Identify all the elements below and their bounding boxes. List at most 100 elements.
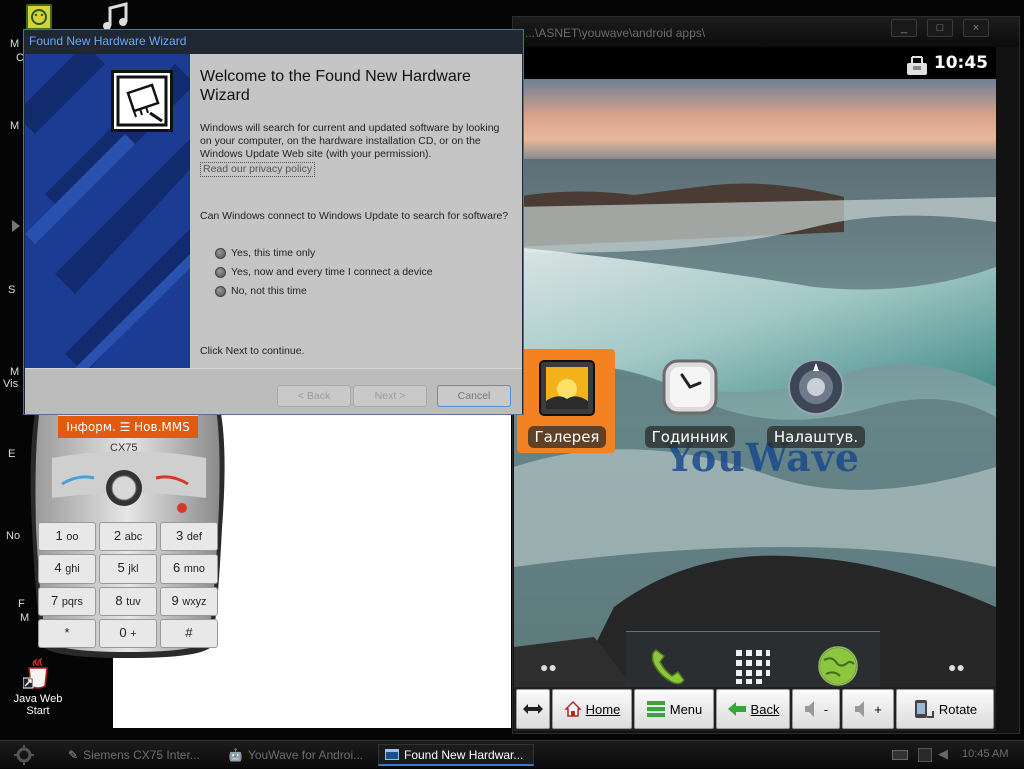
double-arrow-icon [523,704,543,714]
desktop-icon-top[interactable] [26,4,52,30]
tray-volume-icon[interactable]: ◀ [938,746,948,762]
key-5[interactable]: 5 jkl [99,554,157,584]
phone-icon[interactable] [646,644,690,687]
siemens-phone: Інформ. ☰ Нов.MMS CX75 1 oo 2 abc 3 def … [22,408,234,660]
key-9[interactable]: 9 wxyz [160,586,218,616]
minimize-button[interactable]: _ [891,19,917,37]
option-no-not-this-time[interactable]: No, not this time [215,285,307,297]
youwave-titlebar[interactable]: ...\ASNET\youwave\android apps\ _ □ × [513,17,1019,47]
home-label: Home [585,701,621,717]
menu-button[interactable]: Menu [634,689,714,729]
key-star[interactable]: * [38,618,96,648]
key-letters: wxyz [182,595,207,608]
maximize-button[interactable]: □ [927,19,953,37]
option-yes-every-time[interactable]: Yes, now and every time I connect a devi… [215,266,433,278]
back-button[interactable]: < Back [277,385,351,407]
start-gear-icon [14,745,34,765]
key-1[interactable]: 1 oo [38,522,96,552]
wizard-footer: < Back Next > Cancel [25,368,522,414]
page-indicator-left[interactable]: ●● [540,659,557,675]
option-label: Yes, this time only [231,247,316,259]
key-7[interactable]: 7 pqrs [38,586,96,616]
fullscreen-toggle-button[interactable] [516,689,550,729]
wizard-question: Can Windows connect to Windows Update to… [200,210,509,222]
key-digit: 0 [119,624,127,640]
rotate-device-icon [914,700,934,718]
desktop-edge-label: Vis [3,378,19,390]
app-gallery[interactable]: Галерея [517,349,617,453]
app-grid-icon[interactable] [732,646,772,686]
key-6[interactable]: 6 mno [160,554,218,584]
key-letters: def [186,531,202,543]
desktop-icon-label: Java Web Start [13,693,63,717]
key-letters: ghi [65,563,80,576]
usb-debug-icon [907,56,927,75]
key-digit: * [64,624,70,640]
rotate-button[interactable]: Rotate [896,689,994,729]
desktop-edge-label: No [6,530,21,542]
youwave-toolbar: Home Menu Back - + Rotate [514,687,996,731]
speaker-icon [804,701,814,717]
page-indicator-right[interactable]: ●● [948,659,965,675]
key-0[interactable]: 0 + [99,618,157,648]
volume-up-label: + [874,701,882,717]
android-icon: 🤖 [228,748,243,762]
pen-icon: ✎ [68,748,79,762]
app-label-gallery: Галерея [527,426,607,448]
app-settings[interactable]: Налаштув. [766,349,866,448]
task-hardware-wizard[interactable]: Found New Hardwar... [378,744,534,766]
phone-keypad: 1 oo 2 abc 3 def 4 ghi 5 jkl 6 mno 7 pqr… [38,522,218,648]
task-siemens-emulator[interactable]: ✎ Siemens CX75 Inter... [62,744,214,766]
wizard-intro-text: Windows will search for current and upda… [200,122,500,160]
browser-globe-icon[interactable] [816,644,860,687]
wizard-content: Welcome to the Found New Hardware Wizard… [190,54,522,368]
app-clock[interactable]: Годинник [640,349,740,448]
next-button[interactable]: Next > [353,385,427,407]
option-yes-this-time[interactable]: Yes, this time only [215,247,315,259]
radio-button[interactable] [215,285,226,297]
gallery-icon [539,360,595,416]
speaker-icon [855,701,865,717]
menu-icon [646,701,665,717]
dock [626,631,880,687]
key-8[interactable]: 8 tuv [99,586,157,616]
desktop-icon-java-web-start[interactable]: Java Web Start [8,656,68,717]
key-4[interactable]: 4 ghi [38,554,96,584]
youwave-window: ...\ASNET\youwave\android apps\ _ □ × 10… [512,16,1020,734]
tray-keyboard-icon[interactable] [892,750,908,760]
home-button[interactable]: Home [552,689,632,729]
key-hash[interactable]: # [160,618,218,648]
volume-up-button[interactable]: + [842,689,894,729]
radio-button[interactable] [215,247,226,259]
desktop-edge-label: M [10,120,20,132]
key-letters: pqrs [61,595,83,608]
back-label: Back [750,701,780,717]
privacy-policy-link[interactable]: Read our privacy policy [200,162,316,177]
wizard-title: Found New Hardware Wizard [29,34,187,48]
desktop-icon-top-2[interactable] [100,2,134,30]
key-3[interactable]: 3 def [160,522,218,552]
key-digit: 3 [176,528,184,543]
volume-down-button[interactable]: - [792,689,840,729]
start-button[interactable] [4,744,44,766]
key-letters: tuv [126,595,141,608]
app-label-settings: Налаштув. [766,426,866,448]
key-letters: oo [66,531,79,543]
key-digit: 1 [55,528,63,543]
hardware-card-icon [116,75,168,127]
hardware-wizard-dialog: Found New Hardware Wizard Welcome to the… [23,29,524,415]
close-button[interactable]: × [963,19,989,37]
cancel-button[interactable]: Cancel [437,385,511,407]
tray-network-icon[interactable] [918,748,932,762]
clock-icon [662,359,718,415]
task-youwave[interactable]: 🤖 YouWave for Androi... [222,744,374,766]
home-icon [563,700,582,717]
java-icon [22,657,48,689]
radio-button[interactable] [215,266,226,278]
option-label: Yes, now and every time I connect a devi… [231,266,433,278]
android-screen[interactable]: 10:45 YouWave Галерея Годинник Налаштув.… [514,47,996,687]
back-button[interactable]: Back [716,689,790,729]
desktop-edge-label: E [8,448,16,460]
key-digit: 5 [117,560,125,576]
key-2[interactable]: 2 abc [99,522,157,552]
